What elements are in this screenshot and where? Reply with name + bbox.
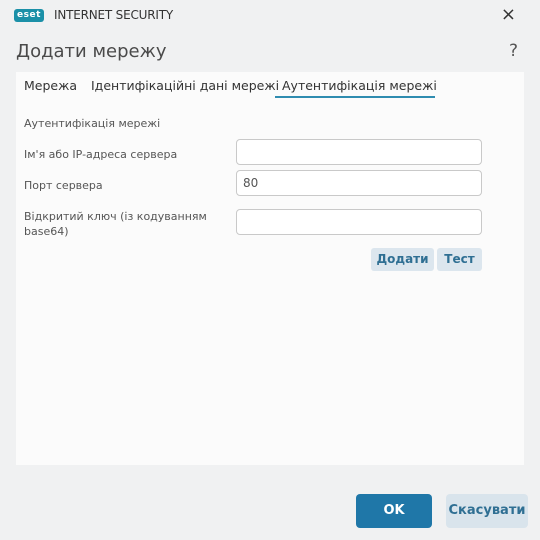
tab-authentication[interactable]: Аутентифікація мережі [282,78,437,93]
add-button[interactable]: Додати [371,248,434,271]
eset-logo: eset [14,9,44,22]
ok-button[interactable]: OK [356,494,432,528]
port-input[interactable] [236,170,482,196]
active-tab-indicator [275,96,435,98]
content-panel: Мережа Ідентифікаційні дані мережі Аутен… [16,72,524,465]
tab-network[interactable]: Мережа [24,78,77,93]
product-name: INTERNET SECURITY [54,8,173,22]
help-icon[interactable]: ? [509,41,518,61]
section-title: Аутентифікація мережі [24,117,161,130]
tab-bar: Мережа Ідентифікаційні дані мережі Аутен… [16,72,524,100]
dialog-title: Додати мережу [16,41,167,62]
test-button[interactable]: Тест [437,248,482,271]
title-bar: eset INTERNET SECURITY × [0,0,540,32]
cancel-button[interactable]: Скасувати [446,494,528,528]
close-icon[interactable]: × [501,5,516,25]
server-input[interactable] [236,139,482,165]
public-key-label: Відкритий ключ (із кодуванням base64) [24,210,207,238]
tab-identification[interactable]: Ідентифікаційні дані мережі [91,78,279,93]
port-label: Порт сервера [24,179,103,192]
public-key-input[interactable] [236,209,482,235]
server-label: Ім'я або IP-адреса сервера [24,148,178,161]
